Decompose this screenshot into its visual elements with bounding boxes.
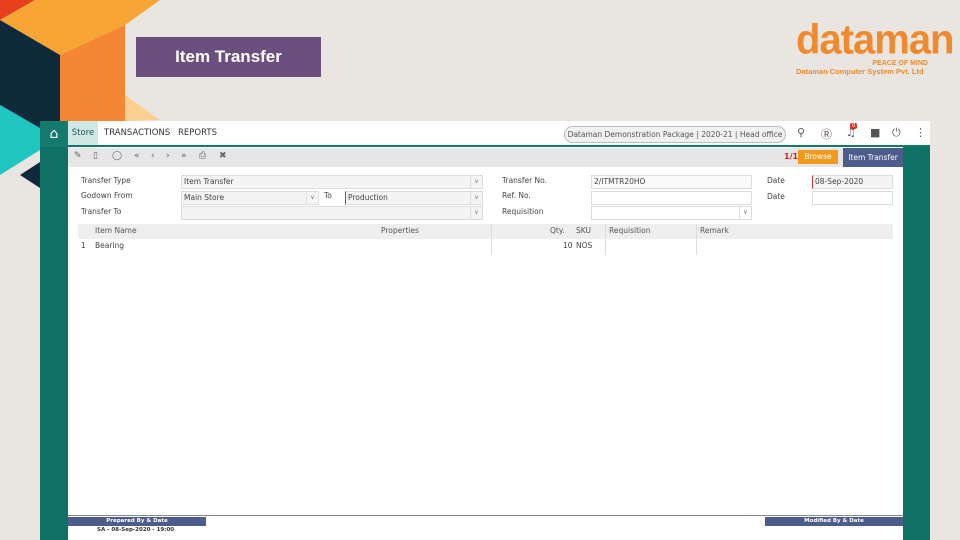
chevron-down-icon: ∨ [739, 207, 751, 219]
power-icon[interactable]: ⏻ [892, 126, 901, 140]
right-sidebar [903, 147, 930, 540]
home-icon[interactable]: ⌂ [40, 121, 68, 147]
godown-from-select[interactable]: Main Store ∨ [181, 191, 319, 205]
col-properties: Properties [381, 226, 419, 235]
nav-transactions[interactable]: TRANSACTIONS [104, 121, 170, 145]
left-sidebar [40, 147, 68, 540]
company-context[interactable]: Dataman Demonstration Package | 2020-21 … [564, 126, 786, 143]
ref-no-label: Ref. No. [502, 191, 531, 200]
col-item-name: Item Name [95, 226, 137, 235]
transfer-no-field[interactable]: 2/ITMTR20HO [591, 175, 752, 189]
col-sku: SKU [576, 226, 591, 235]
ref-no-field[interactable] [591, 191, 752, 205]
to-select[interactable]: Production ∨ [345, 191, 483, 205]
transfer-type-label: Transfer Type [81, 176, 131, 185]
mode-label: Item Transfer [843, 148, 903, 167]
app-window: ⌂ Store TRANSACTIONS REPORTS Dataman Dem… [40, 121, 930, 540]
table-row[interactable]: 1 Bearing 10 NOS [78, 239, 893, 255]
transfer-no-label: Transfer No. [502, 176, 547, 185]
transfer-to-select[interactable]: ∨ [181, 206, 483, 220]
delete-icon[interactable]: ▯ [93, 151, 98, 161]
edit-icon[interactable]: ✎ [74, 151, 82, 161]
nav-store[interactable]: Store [68, 121, 98, 145]
col-requisition: Requisition [609, 226, 651, 235]
lock-icon[interactable]: ■ [870, 126, 880, 139]
prepared-by-label: Prepared By & Date [68, 517, 206, 526]
chevron-down-icon: ∨ [470, 176, 482, 188]
chevron-down-icon: ∨ [470, 192, 482, 204]
next-icon[interactable]: › [166, 151, 170, 161]
grid-header: Item Name Properties Qty. SKU Requisitio… [78, 224, 893, 239]
prepared-by-value: SA - 08-Sep-2020 - 19:00 [97, 527, 175, 533]
to-label: To [324, 191, 332, 200]
page-title-banner: Item Transfer [136, 37, 321, 77]
col-remark: Remark [700, 226, 729, 235]
prev-icon[interactable]: ‹ [151, 151, 155, 161]
more-icon[interactable]: ⋮ [915, 126, 926, 139]
transfer-type-select[interactable]: Item Transfer ∨ [181, 175, 483, 189]
divider [68, 515, 903, 516]
record-count: 1/1 [784, 152, 799, 161]
date-field[interactable]: 08-Sep-2020 [812, 175, 893, 189]
divider [696, 224, 697, 255]
close-icon[interactable]: ✖ [219, 151, 227, 161]
first-icon[interactable]: « [134, 151, 140, 161]
godown-from-label: Godown From [81, 191, 133, 200]
last-icon[interactable]: » [181, 151, 187, 161]
ref-date-label: Date [767, 192, 785, 201]
divider [491, 224, 492, 255]
transfer-to-label: Transfer To [81, 207, 122, 216]
print-icon[interactable]: ⎙ [199, 151, 206, 161]
chevron-down-icon: ∨ [470, 207, 482, 219]
record-toolbar: ✎ ▯ ◯ « ‹ › » ⎙ ✖ 1/1 Browse Item Transf… [68, 148, 903, 167]
notification-badge: 0 [850, 123, 858, 129]
search-icon[interactable]: ⚲ [797, 126, 805, 139]
chevron-down-icon: ∨ [306, 192, 318, 204]
date-label: Date [767, 176, 785, 185]
browse-button[interactable]: Browse [798, 150, 838, 164]
col-qty: Qty. [550, 226, 565, 235]
divider [605, 224, 606, 255]
nav-reports[interactable]: REPORTS [178, 121, 217, 145]
view-icon[interactable]: ◯ [112, 151, 122, 161]
modified-by-label: Modified By & Date [765, 517, 903, 526]
ref-date-field[interactable] [812, 191, 893, 205]
dataman-logo: dataman PEACE OF MIND Dataman Computer S… [796, 16, 955, 76]
requisition-label: Requisition [502, 207, 544, 216]
skype-icon[interactable]: Ⓡ [821, 126, 832, 142]
top-nav: ⌂ Store TRANSACTIONS REPORTS Dataman Dem… [40, 121, 930, 147]
requisition-select[interactable]: ∨ [591, 206, 752, 220]
